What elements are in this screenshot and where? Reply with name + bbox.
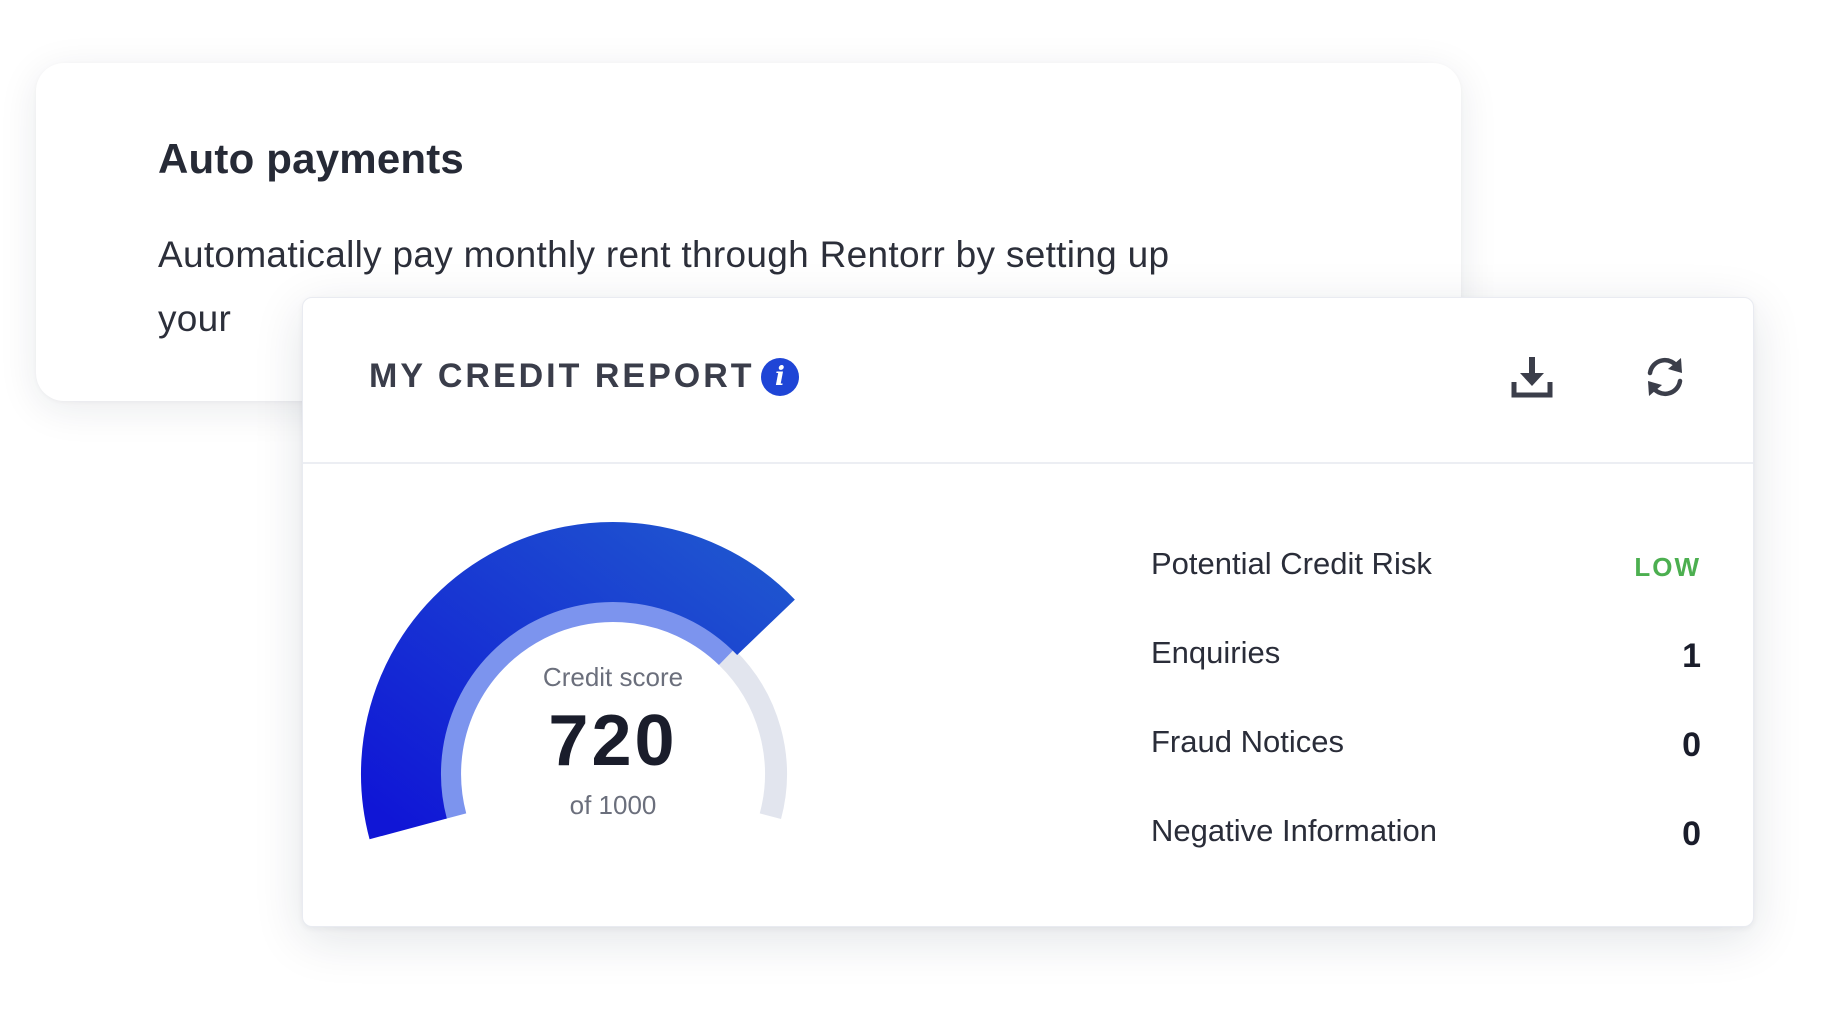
credit-report-card: MY CREDIT REPORT i Credit score 720 of 1… <box>302 297 1754 927</box>
credit-score-gauge: Credit score 720 of 1000 <box>353 518 873 898</box>
refresh-icon <box>1647 357 1683 397</box>
stat-value: 0 <box>1682 815 1701 853</box>
download-button[interactable] <box>1505 350 1559 404</box>
stat-row-negative-information: Negative Information 0 <box>1151 813 1701 902</box>
stat-row-credit-risk: Potential Credit Risk LOW <box>1151 546 1701 635</box>
stat-row-enquiries: Enquiries 1 <box>1151 635 1701 724</box>
credit-report-title: MY CREDIT REPORT <box>369 357 755 395</box>
credit-score-caption: Credit score <box>542 662 684 692</box>
credit-score-max: of 1000 <box>569 790 657 820</box>
stat-label: Enquiries <box>1151 635 1281 670</box>
stat-value: 0 <box>1682 726 1701 764</box>
credit-risk-badge: LOW <box>1634 552 1701 582</box>
auto-payments-title: Auto payments <box>158 135 464 182</box>
stat-value: 1 <box>1682 637 1701 675</box>
credit-report-header: MY CREDIT REPORT i <box>303 298 1753 464</box>
stat-label: Fraud Notices <box>1151 724 1344 759</box>
credit-score-value: 720 <box>548 701 678 781</box>
credit-stats-list: Potential Credit Risk LOW Enquiries 1 Fr… <box>1151 546 1701 902</box>
download-icon <box>1511 357 1553 398</box>
stat-label: Negative Information <box>1151 813 1438 848</box>
stat-row-fraud-notices: Fraud Notices 0 <box>1151 724 1701 813</box>
refresh-button[interactable] <box>1638 350 1692 404</box>
info-icon[interactable]: i <box>761 358 799 396</box>
stat-label: Potential Credit Risk <box>1151 546 1432 581</box>
